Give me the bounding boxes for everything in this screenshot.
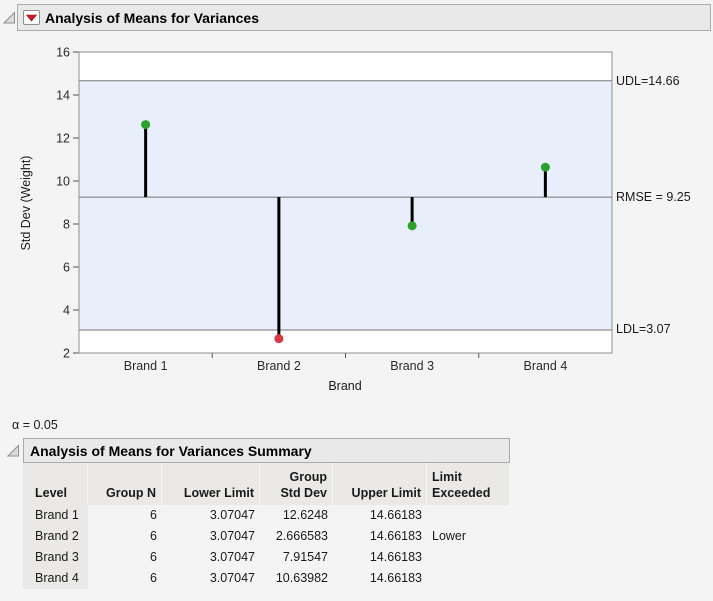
cell: 6 (88, 526, 162, 547)
y-tick-label: 6 (63, 261, 70, 275)
cell: 10.63982 (260, 568, 333, 589)
summary-section-header[interactable]: Analysis of Means for Variances Summary (23, 438, 510, 463)
data-point-brand-4[interactable] (541, 163, 550, 172)
alpha-note: α = 0.05 (12, 418, 58, 432)
cell: 14.66183 (333, 526, 427, 547)
cell: 14.66183 (333, 547, 427, 568)
cell-level: Brand 2 (23, 526, 88, 547)
y-tick-label: 14 (56, 89, 70, 103)
cell: 3.07047 (162, 568, 260, 589)
cell: 3.07047 (162, 547, 260, 568)
table-row[interactable]: Brand 163.0704712.624814.66183 (23, 505, 510, 526)
decision-band (79, 81, 612, 330)
jmp-report-window: { "chart_section": { "title": "Analysis … (0, 0, 713, 601)
summary-table: LevelGroup NLower LimitGroup Std DevUppe… (23, 463, 510, 589)
cell: 3.07047 (162, 505, 260, 526)
cell: 3.07047 (162, 526, 260, 547)
column-header-upper-limit[interactable]: Upper Limit (333, 463, 427, 505)
y-tick-label: 10 (56, 175, 70, 189)
table-row[interactable]: Brand 363.070477.9154714.66183 (23, 547, 510, 568)
x-tick-label: Brand 2 (257, 359, 301, 373)
column-header-level[interactable]: Level (23, 463, 88, 505)
cell-level: Brand 1 (23, 505, 88, 526)
disclosure-triangle-open-icon[interactable] (3, 11, 17, 25)
column-header-group-std-dev[interactable]: Group Std Dev (260, 463, 333, 505)
cell (427, 505, 510, 526)
cell: 6 (88, 547, 162, 568)
cell: 2.666583 (260, 526, 333, 547)
center-label: RMSE = 9.25 (616, 190, 691, 204)
column-header-group-n[interactable]: Group N (88, 463, 162, 505)
x-axis-title: Brand (328, 379, 361, 393)
cell: 6 (88, 505, 162, 526)
udl-label: UDL=14.66 (616, 74, 680, 88)
table-row[interactable]: Brand 463.0704710.6398214.66183 (23, 568, 510, 589)
x-tick-label: Brand 1 (124, 359, 168, 373)
cell (427, 547, 510, 568)
table-body: Brand 163.0704712.624814.66183Brand 263.… (23, 505, 510, 589)
cell (427, 568, 510, 589)
data-point-brand-1[interactable] (141, 120, 150, 129)
red-triangle-icon (26, 14, 37, 22)
ldl-label: LDL=3.07 (616, 322, 671, 336)
y-tick-label: 8 (63, 218, 70, 232)
cell: Lower (427, 526, 510, 547)
anom-chart: 16 14 12 10 8 6 4 2 Brand 1 Brand 2 Brand 3 Brand 4… (0, 0, 713, 435)
chart-section-title: Analysis of Means for Variances (45, 10, 259, 26)
y-tick-label: 16 (56, 46, 70, 60)
column-header-limit-exceeded[interactable]: Limit Exceeded (427, 463, 510, 505)
disclosure-triangle-open-icon[interactable] (7, 444, 21, 458)
cell-level: Brand 4 (23, 568, 88, 589)
cell-level: Brand 3 (23, 547, 88, 568)
data-point-brand-2[interactable] (274, 334, 283, 343)
red-triangle-menu-button[interactable] (23, 10, 40, 25)
cell: 7.91547 (260, 547, 333, 568)
y-tick-label: 2 (63, 347, 70, 361)
chart-dynamic-layer: 16 14 12 10 8 6 4 2 Brand 1 Brand 2 Brand 3 Brand 4 (56, 46, 612, 374)
table-header-row: LevelGroup NLower LimitGroup Std DevUppe… (23, 463, 510, 505)
y-tick-label: 4 (63, 304, 70, 318)
cell: 6 (88, 568, 162, 589)
cell: 12.6248 (260, 505, 333, 526)
cell: 14.66183 (333, 568, 427, 589)
cell: 14.66183 (333, 505, 427, 526)
x-tick-label: Brand 3 (390, 359, 434, 373)
table-row[interactable]: Brand 263.070472.66658314.66183Lower (23, 526, 510, 547)
summary-section-title: Analysis of Means for Variances Summary (30, 443, 312, 459)
y-axis-title: Std Dev (Weight) (19, 156, 33, 251)
x-tick-label: Brand 4 (523, 359, 567, 373)
chart-section-header[interactable]: Analysis of Means for Variances (17, 4, 711, 31)
y-tick-label: 12 (56, 132, 70, 146)
data-point-brand-3[interactable] (408, 221, 417, 230)
column-header-lower-limit[interactable]: Lower Limit (162, 463, 260, 505)
